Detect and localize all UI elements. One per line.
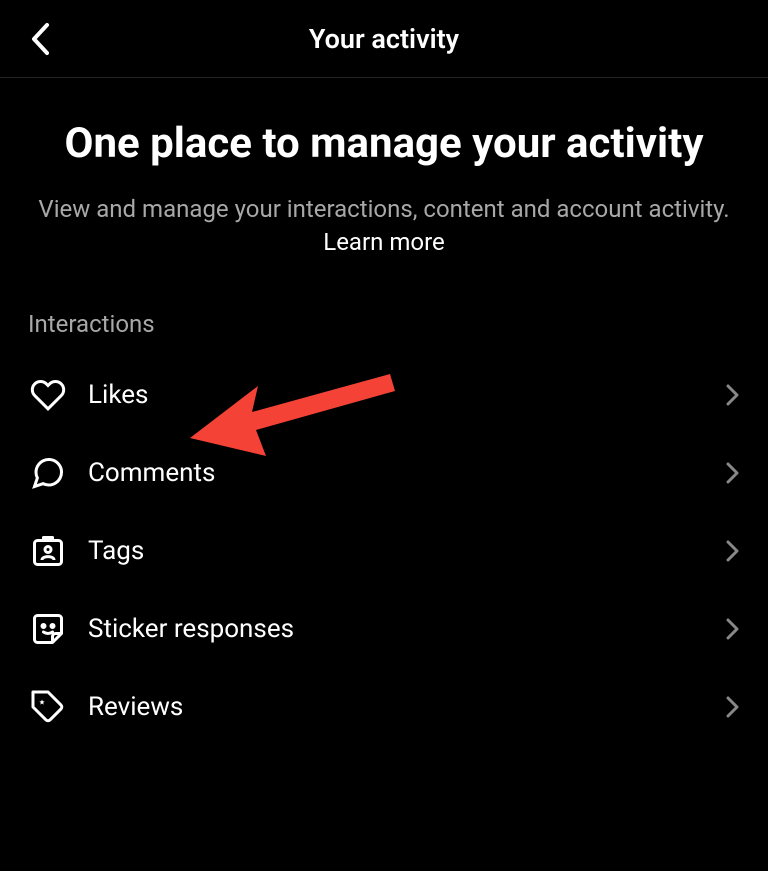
chevron-right-icon: [726, 617, 740, 641]
page-title: Your activity: [0, 23, 768, 55]
chevron-right-icon: [726, 539, 740, 563]
review-icon: [28, 687, 68, 727]
chevron-left-icon: [30, 22, 50, 56]
header: Your activity: [0, 0, 768, 78]
section-label: Interactions: [28, 310, 740, 338]
list-item-label: Tags: [88, 536, 726, 566]
sticker-icon: [28, 609, 68, 649]
list-item-sticker-responses[interactable]: Sticker responses: [28, 590, 740, 668]
hero-title: One place to manage your activity: [28, 118, 740, 171]
hero-subtitle-text: View and manage your interactions, conte…: [38, 195, 729, 223]
chevron-right-icon: [726, 383, 740, 407]
list-item-comments[interactable]: Comments: [28, 434, 740, 512]
list-item-label: Sticker responses: [88, 614, 726, 644]
interactions-list: Likes Comments: [28, 356, 740, 746]
list-item-label: Comments: [88, 458, 726, 488]
list-item-reviews[interactable]: Reviews: [28, 668, 740, 746]
heart-icon: [28, 375, 68, 415]
chevron-right-icon: [726, 461, 740, 485]
tag-icon: [28, 531, 68, 571]
list-item-likes[interactable]: Likes: [28, 356, 740, 434]
list-item-label: Likes: [88, 380, 726, 410]
content: One place to manage your activity View a…: [0, 118, 768, 746]
back-button[interactable]: [20, 19, 60, 59]
list-item-label: Reviews: [88, 692, 726, 722]
hero-subtitle: View and manage your interactions, conte…: [28, 193, 740, 260]
comment-icon: [28, 453, 68, 493]
chevron-right-icon: [726, 695, 740, 719]
learn-more-link[interactable]: Learn more: [323, 228, 444, 256]
list-item-tags[interactable]: Tags: [28, 512, 740, 590]
